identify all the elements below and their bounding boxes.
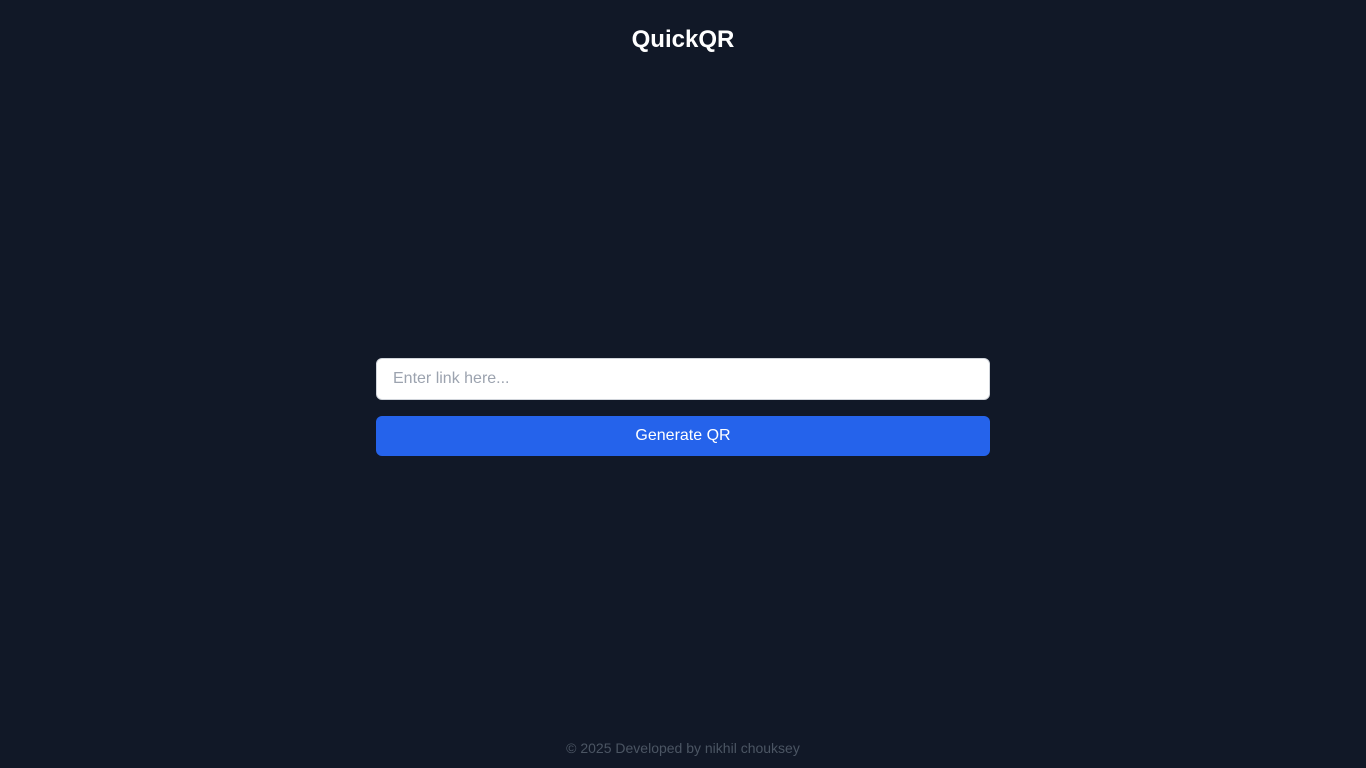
qr-form: Generate QR	[376, 358, 990, 456]
generate-qr-button[interactable]: Generate QR	[376, 416, 990, 456]
link-input[interactable]	[376, 358, 990, 400]
app-title: QuickQR	[631, 26, 735, 53]
footer-credit: © 2025 Developed by nikhil chouksey	[566, 740, 800, 756]
page: QuickQR Generate QR © 2025 Developed by …	[0, 0, 1366, 768]
